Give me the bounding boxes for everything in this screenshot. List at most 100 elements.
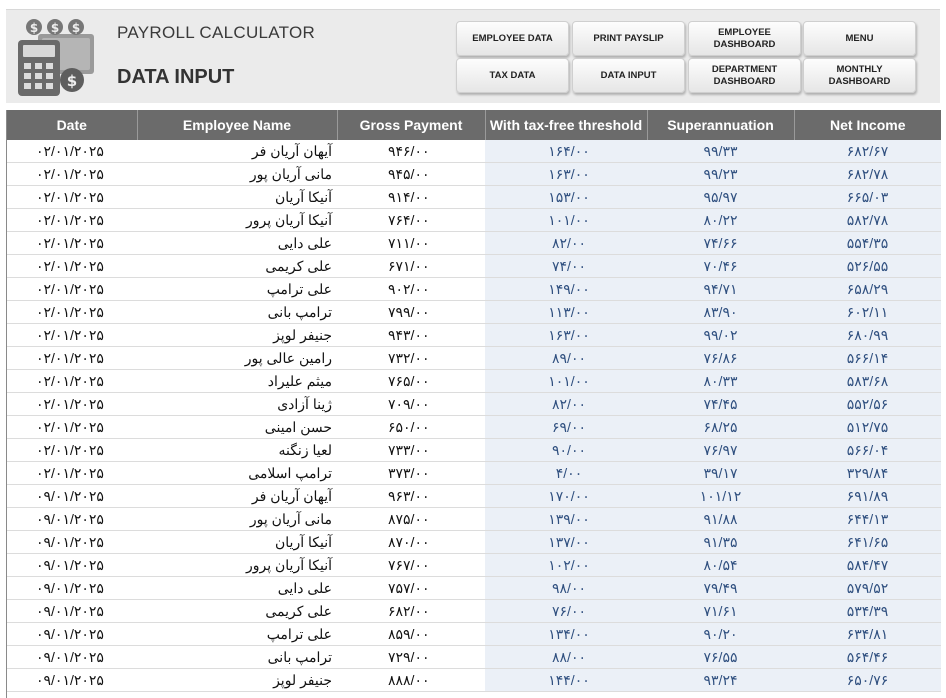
net-income-cell[interactable]: ۵۶۴/۴۶ [794, 645, 941, 669]
superannuation-cell[interactable]: ۷۶/۸۶ [647, 346, 794, 370]
data-input-button[interactable]: DATA INPUT [572, 58, 685, 93]
date-cell[interactable]: ۰۲/۰۱/۲۰۲۵ [7, 208, 137, 232]
gross-payment-cell[interactable]: ۷۶۴/۰۰ [337, 208, 485, 232]
net-income-cell[interactable]: ۵۸۲/۷۸ [794, 208, 941, 232]
net-income-cell[interactable]: ۵۸۳/۶۸ [794, 369, 941, 393]
gross-payment-cell[interactable]: ۹۶۳/۰۰ [337, 484, 485, 508]
date-cell[interactable]: ۰۲/۰۱/۲۰۲۵ [7, 323, 137, 347]
tax-free-threshold-cell[interactable]: ۱۶۴/۰۰ [485, 140, 647, 163]
date-cell[interactable]: ۰۲/۰۱/۲۰۲۵ [7, 231, 137, 255]
tax-free-threshold-cell[interactable]: ۱۶۳/۰۰ [485, 162, 647, 186]
tax-free-threshold-cell[interactable]: ۸۸/۰۰ [485, 645, 647, 669]
net-income-cell[interactable]: ۵۵۲/۵۶ [794, 392, 941, 416]
tax-free-threshold-cell[interactable]: ۸۲/۰۰ [485, 231, 647, 255]
gross-payment-cell[interactable]: ۸۷۵/۰۰ [337, 507, 485, 531]
tax-free-threshold-cell[interactable]: ۱۰۱/۰۰ [485, 208, 647, 232]
employee-name-cell[interactable]: علی دایی [137, 231, 337, 255]
superannuation-cell[interactable]: ۸۳/۹۰ [647, 300, 794, 324]
net-income-cell[interactable]: ۶۸۰/۹۹ [794, 323, 941, 347]
superannuation-cell[interactable]: ۸۰/۵۴ [647, 553, 794, 577]
net-income-cell[interactable]: ۶۸۲/۶۷ [794, 140, 941, 163]
gross-payment-cell[interactable]: ۷۳۳/۰۰ [337, 438, 485, 462]
gross-payment-cell[interactable]: ۷۶۵/۰۰ [337, 369, 485, 393]
superannuation-cell[interactable]: ۶۸/۲۵ [647, 415, 794, 439]
tax-free-threshold-cell[interactable]: ۱۶۳/۰۰ [485, 323, 647, 347]
employee-name-cell[interactable]: علی ترامپ [137, 277, 337, 301]
date-cell[interactable]: ۰۲/۰۱/۲۰۲۵ [7, 140, 137, 163]
date-cell[interactable]: ۰۹/۰۱/۲۰۲۵ [7, 484, 137, 508]
gross-payment-cell[interactable]: ۷۳۲/۰۰ [337, 346, 485, 370]
employee-name-cell[interactable]: ترامپ بانی [137, 300, 337, 324]
column-header-superannuation[interactable]: Superannuation [646, 110, 794, 140]
net-income-cell[interactable]: ۵۱۲/۷۵ [794, 415, 941, 439]
tax-free-threshold-cell[interactable]: ۱۷۰/۰۰ [485, 484, 647, 508]
tax-free-threshold-cell[interactable]: ۱۰۲/۰۰ [485, 553, 647, 577]
tax-free-threshold-cell[interactable]: ۱۵۳/۰۰ [485, 185, 647, 209]
gross-payment-cell[interactable]: ۷۹۹/۰۰ [337, 300, 485, 324]
employee-name-cell[interactable]: میثم علیراد [137, 369, 337, 393]
gross-payment-cell[interactable]: ۹۱۴/۰۰ [337, 185, 485, 209]
gross-payment-cell[interactable]: ۸۵۹/۰۰ [337, 622, 485, 646]
date-cell[interactable]: ۰۹/۰۱/۲۰۲۵ [7, 553, 137, 577]
employee-name-cell[interactable]: ترامپ اسلامی [137, 461, 337, 485]
date-cell[interactable]: ۰۹/۰۱/۲۰۲۵ [7, 507, 137, 531]
column-header-tax-free-threshold[interactable]: With tax-free threshold [484, 110, 647, 140]
gross-payment-cell[interactable]: ۹۰۲/۰۰ [337, 277, 485, 301]
gross-payment-cell[interactable]: ۹۴۵/۰۰ [337, 162, 485, 186]
tax-free-threshold-cell[interactable]: ۸۹/۰۰ [485, 346, 647, 370]
tax-free-threshold-cell[interactable]: ۷۴/۰۰ [485, 254, 647, 278]
gross-payment-cell[interactable]: ۳۷۳/۰۰ [337, 461, 485, 485]
net-income-cell[interactable]: ۶۳۴/۸۱ [794, 622, 941, 646]
tax-free-threshold-cell[interactable]: ۶۹/۰۰ [485, 415, 647, 439]
net-income-cell[interactable]: ۵۵۴/۳۵ [794, 231, 941, 255]
employee-name-cell[interactable]: آیهان آریان فر [137, 484, 337, 508]
superannuation-cell[interactable]: ۹۹/۰۲ [647, 323, 794, 347]
superannuation-cell[interactable]: ۹۳/۲۴ [647, 668, 794, 692]
tax-free-threshold-cell[interactable]: ۹۰/۰۰ [485, 438, 647, 462]
net-income-cell[interactable]: ۶۵۰/۷۶ [794, 668, 941, 692]
employee-name-cell[interactable]: جنیفر لوپز [137, 323, 337, 347]
date-cell[interactable]: ۰۹/۰۱/۲۰۲۵ [7, 599, 137, 623]
superannuation-cell[interactable]: ۹۵/۹۷ [647, 185, 794, 209]
superannuation-cell[interactable]: ۸۰/۳۳ [647, 369, 794, 393]
employee-dashboard-button[interactable]: EMPLOYEE DASHBOARD [688, 21, 801, 56]
employee-name-cell[interactable]: مانی آریان پور [137, 507, 337, 531]
net-income-cell[interactable]: ۵۳۴/۳۹ [794, 599, 941, 623]
employee-name-cell[interactable]: رامین عالی پور [137, 346, 337, 370]
superannuation-cell[interactable]: ۷۹/۴۹ [647, 576, 794, 600]
net-income-cell[interactable]: ۳۲۹/۸۴ [794, 461, 941, 485]
date-cell[interactable]: ۰۹/۰۱/۲۰۲۵ [7, 622, 137, 646]
superannuation-cell[interactable]: ۹۱/۸۸ [647, 507, 794, 531]
employee-name-cell[interactable]: آیهان آریان فر [137, 140, 337, 163]
gross-payment-cell[interactable]: ۹۴۶/۰۰ [337, 140, 485, 163]
tax-free-threshold-cell[interactable]: ۸۲/۰۰ [485, 392, 647, 416]
net-income-cell[interactable]: ۶۴۱/۶۵ [794, 530, 941, 554]
superannuation-cell[interactable]: ۹۹/۲۳ [647, 162, 794, 186]
superannuation-cell[interactable]: ۷۱/۶۱ [647, 599, 794, 623]
net-income-cell[interactable]: ۵۲۶/۵۵ [794, 254, 941, 278]
employee-name-cell[interactable]: علی کریمی [137, 254, 337, 278]
employee-name-cell[interactable]: علی ترامپ [137, 622, 337, 646]
date-cell[interactable]: ۰۹/۰۱/۲۰۲۵ [7, 645, 137, 669]
employee-name-cell[interactable]: آنیکا آریان [137, 185, 337, 209]
date-cell[interactable]: ۰۹/۰۱/۲۰۲۵ [7, 576, 137, 600]
net-income-cell[interactable]: ۶۶۵/۰۳ [794, 185, 941, 209]
column-header-gross-payment[interactable]: Gross Payment [336, 110, 485, 140]
net-income-cell[interactable]: ۶۴۴/۱۳ [794, 507, 941, 531]
superannuation-cell[interactable]: ۱۰۱/۱۲ [647, 484, 794, 508]
gross-payment-cell[interactable]: ۷۶۷/۰۰ [337, 553, 485, 577]
employee-name-cell[interactable]: ژینا آزادی [137, 392, 337, 416]
date-cell[interactable]: ۰۲/۰۱/۲۰۲۵ [7, 277, 137, 301]
superannuation-cell[interactable]: ۷۶/۹۷ [647, 438, 794, 462]
superannuation-cell[interactable]: ۷۴/۴۵ [647, 392, 794, 416]
employee-data-button[interactable]: EMPLOYEE DATA [456, 21, 569, 56]
date-cell[interactable]: ۰۹/۰۱/۲۰۲۵ [7, 668, 137, 692]
employee-name-cell[interactable]: علی کریمی [137, 599, 337, 623]
employee-name-cell[interactable]: جنیفر لوپز [137, 668, 337, 692]
employee-name-cell[interactable]: لعیا زنگنه [137, 438, 337, 462]
tax-free-threshold-cell[interactable]: ۱۱۳/۰۰ [485, 300, 647, 324]
date-cell[interactable]: ۰۲/۰۱/۲۰۲۵ [7, 415, 137, 439]
net-income-cell[interactable]: ۵۶۶/۱۴ [794, 346, 941, 370]
superannuation-cell[interactable]: ۷۶/۵۵ [647, 645, 794, 669]
employee-name-cell[interactable]: آنیکا آریان [137, 530, 337, 554]
